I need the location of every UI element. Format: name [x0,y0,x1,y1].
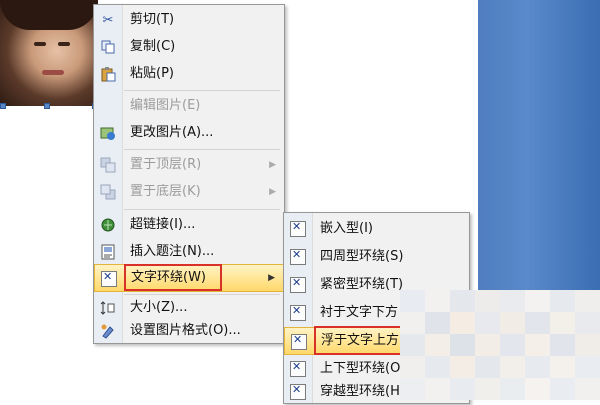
wrap-top-bottom-icon [290,360,306,377]
annotation-highlight-box [314,326,414,355]
submenu-item-label: 四周型环绕(S) [320,249,404,264]
menu-item-label: 置于顶层(R) [130,157,202,172]
submenu-item-square[interactable]: 四周型环绕(S) [284,244,469,270]
menu-item-label: 超链接(I)... [130,217,196,232]
menu-item-bring-to-front[interactable]: 置于顶层(R) ▶ [94,152,284,178]
wrap-inline-icon [290,220,306,237]
paste-icon [100,66,116,82]
wrap-in-front-icon [291,333,307,350]
picture-eye-left [34,42,46,46]
format-picture-icon [100,323,116,339]
selection-handle[interactable] [0,103,6,109]
submenu-arrow-icon: ▶ [268,273,275,283]
wrap-behind-text-icon [290,304,306,321]
text-wrap-icon [101,270,117,287]
menu-item-hyperlink[interactable]: 超链接(I)... [94,212,284,238]
hyperlink-icon [100,217,116,233]
menu-item-format-picture[interactable]: 设置图片格式(O)... [94,318,284,344]
submenu-item-inline[interactable]: 嵌入型(I) [284,216,469,242]
picture-eye-right [58,42,70,46]
menu-item-label: 置于底层(K) [130,184,201,199]
menu-item-label: 编辑图片(E) [130,98,201,113]
menu-item-change-picture[interactable]: 更改图片(A)... [94,120,284,146]
submenu-item-label: 紧密型环绕(T) [320,277,404,292]
menu-item-send-to-back[interactable]: 置于底层(K) ▶ [94,179,284,205]
menu-separator [124,149,280,150]
submenu-arrow-icon: ▶ [269,160,276,170]
submenu-item-label: 嵌入型(I) [320,221,373,236]
wrap-through-icon [290,383,306,400]
wrap-tight-icon [290,276,306,293]
menu-item-label: 粘贴(P) [130,66,174,81]
picture-mouth [42,70,64,75]
picture-hair [0,0,98,30]
menu-item-label: 剪切(T) [130,12,175,27]
menu-item-insert-caption[interactable]: 插入题注(N)... [94,239,284,265]
menu-item-label: 设置图片格式(O)... [130,323,241,338]
context-menu: ✂ 剪切(T) 复制(C) 粘贴(P) 编辑图片(E) 更改图片(A)... 置… [93,4,285,344]
selected-picture[interactable] [0,0,98,106]
scissors-icon: ✂ [102,12,114,28]
menu-item-copy[interactable]: 复制(C) [94,34,284,60]
change-picture-icon [100,125,116,141]
obscured-mosaic-region [400,290,600,400]
send-to-back-icon [100,184,116,200]
copy-icon [100,39,116,55]
wrap-square-icon [290,248,306,265]
submenu-arrow-icon: ▶ [269,187,276,197]
menu-item-label: 复制(C) [130,39,176,54]
menu-item-paste[interactable]: 粘贴(P) [94,61,284,87]
menu-item-label: 更改图片(A)... [130,125,214,140]
selection-handle[interactable] [44,103,50,109]
submenu-item-label: 衬于文字下方 [320,305,399,320]
annotation-highlight-box [124,264,222,291]
menu-item-edit-picture[interactable]: 编辑图片(E) [94,93,284,119]
submenu-item-label: 穿越型环绕(H) [320,384,405,399]
menu-item-label: 插入题注(N)... [130,244,215,259]
size-icon [100,300,116,316]
caption-icon [100,244,116,260]
menu-separator [124,209,280,210]
menu-separator [124,90,280,91]
menu-item-cut[interactable]: ✂ 剪切(T) [94,7,284,33]
bring-to-front-icon [100,157,116,173]
